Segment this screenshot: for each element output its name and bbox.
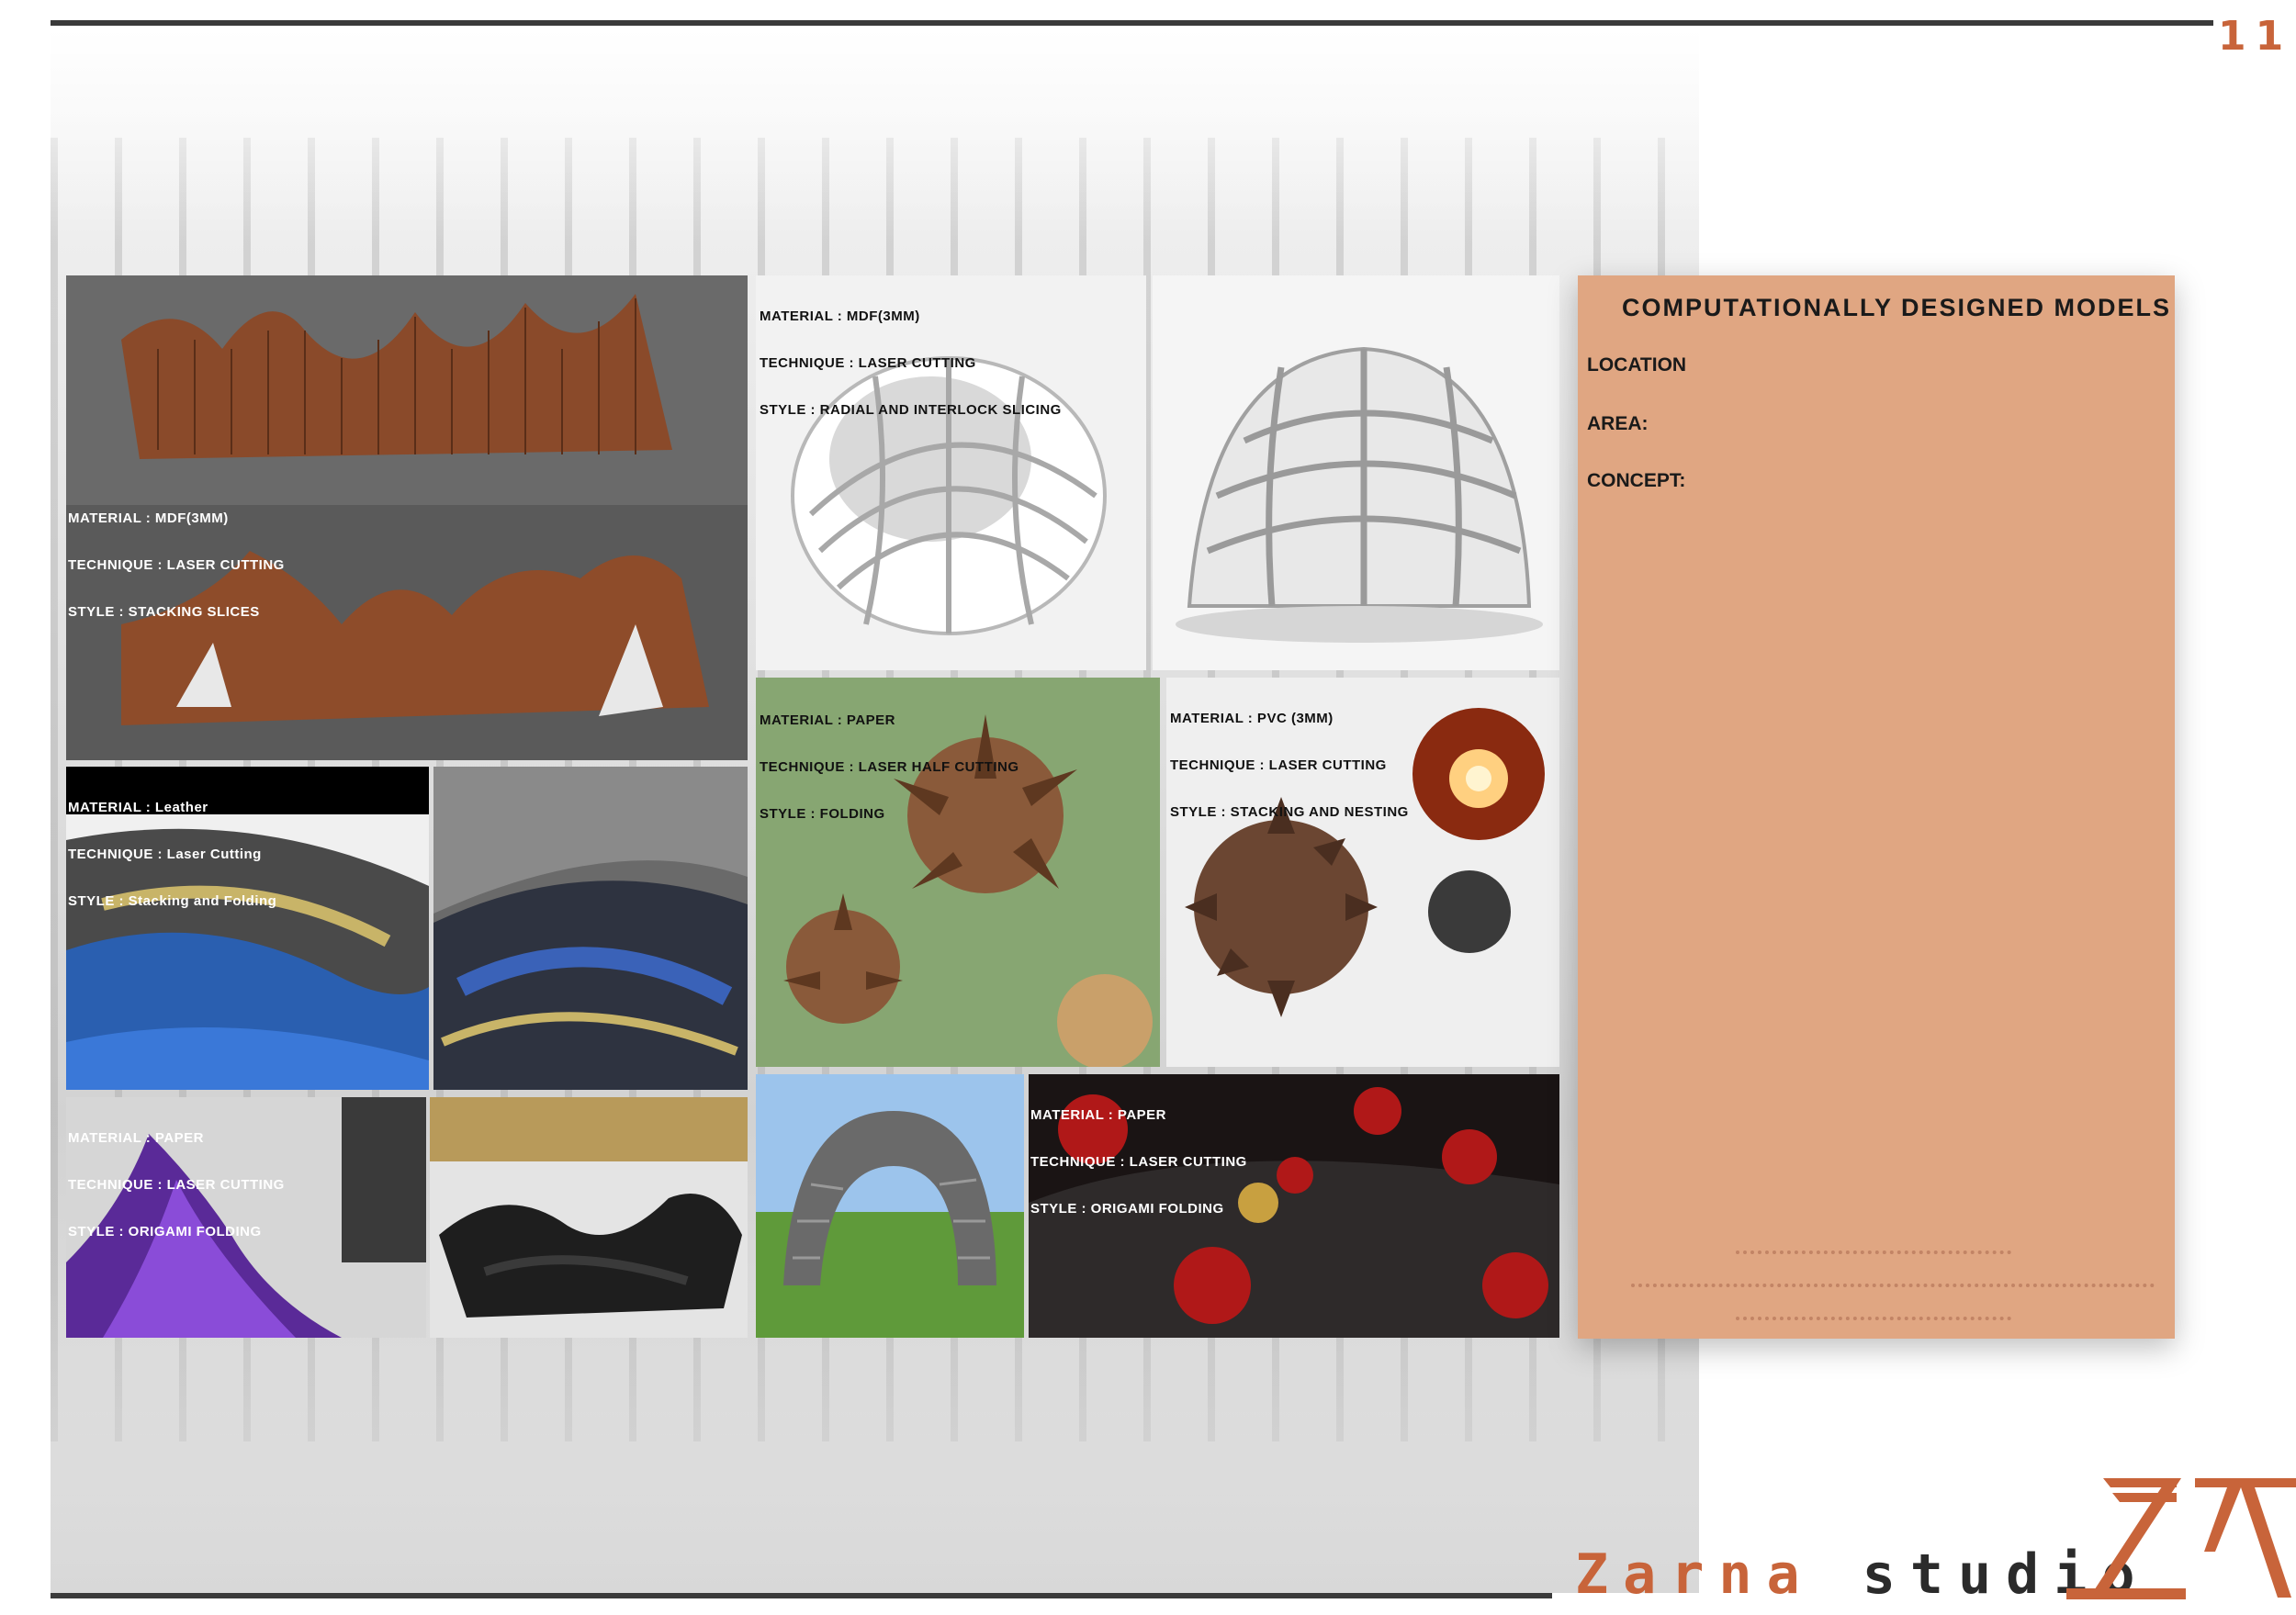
brand-logo-icon xyxy=(2066,1478,2296,1602)
bottom-rule xyxy=(51,1593,1552,1598)
concept-label: CONCEPT: xyxy=(1587,470,1686,491)
photo-landscape-arch xyxy=(756,1074,1024,1338)
photo-black-folded-model xyxy=(430,1097,748,1338)
dotted-line-2 xyxy=(1631,1284,2155,1287)
caption-wood-seating: MATERIAL : MDF(3MM) TECHNIQUE : LASER CU… xyxy=(68,510,285,620)
photo-paper-red: MATERIAL : PAPER TECHNIQUE : LASER CUTTI… xyxy=(1029,1074,1559,1338)
caption-pvc-stacking: MATERIAL : PVC (3MM) TECHNIQUE : LASER C… xyxy=(1170,711,1409,820)
photo-paper-origami-purple: MATERIAL : PAPER TECHNIQUE : LASER CUTTI… xyxy=(66,1097,426,1338)
photo-wood-seating: MATERIAL : MDF(3MM) TECHNIQUE : LASER CU… xyxy=(66,275,748,760)
dotted-line-1 xyxy=(1736,1251,2011,1254)
caption-paper-origami: MATERIAL : PAPER TECHNIQUE : LASER CUTTI… xyxy=(68,1130,285,1239)
photo-pvc-stacking: MATERIAL : PVC (3MM) TECHNIQUE : LASER C… xyxy=(1166,678,1559,1067)
photo-leather-wave-detail xyxy=(433,767,748,1090)
info-panel: COMPUTATIONALLY DESIGNED MODELS LOCATION… xyxy=(1578,275,2175,1339)
panel-title: COMPUTATIONALLY DESIGNED MODELS xyxy=(1622,294,2172,321)
page-number: 11 xyxy=(2218,13,2293,60)
top-rule xyxy=(51,20,2213,26)
caption-paper-folding: MATERIAL : PAPER TECHNIQUE : LASER HALF … xyxy=(760,712,1019,822)
photo-dome-ribbed xyxy=(1153,275,1559,670)
caption-dome-radial: MATERIAL : MDF(3MM) TECHNIQUE : LASER CU… xyxy=(760,308,1062,418)
area-label: AREA: xyxy=(1587,413,1649,434)
photo-dome-radial: MATERIAL : MDF(3MM) TECHNIQUE : LASER CU… xyxy=(756,275,1146,670)
photo-leather-wave: MATERIAL : Leather TECHNIQUE : Laser Cut… xyxy=(66,767,429,1090)
location-label: LOCATION xyxy=(1587,354,1687,376)
brand-part1: Zarna xyxy=(1575,1542,1815,1607)
photo-paper-folding: MATERIAL : PAPER TECHNIQUE : LASER HALF … xyxy=(756,678,1160,1067)
brand-wordmark: Zarna studio xyxy=(1575,1542,2150,1607)
caption-paper-red: MATERIAL : PAPER TECHNIQUE : LASER CUTTI… xyxy=(1030,1107,1247,1217)
dotted-line-3 xyxy=(1736,1317,2011,1320)
caption-leather-wave: MATERIAL : Leather TECHNIQUE : Laser Cut… xyxy=(68,800,277,909)
